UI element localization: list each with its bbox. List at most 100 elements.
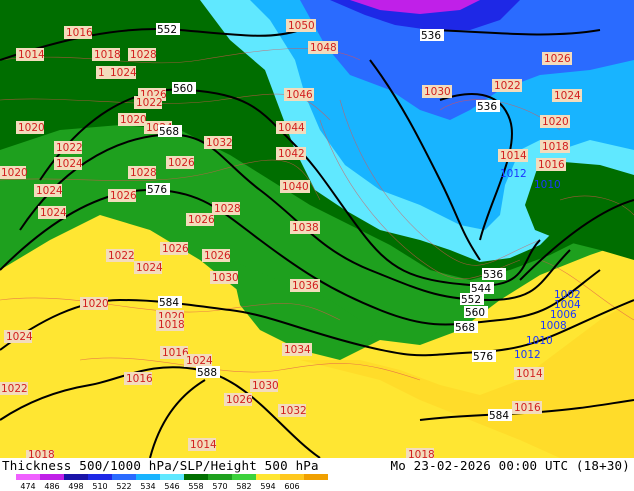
svg-text:1016: 1016 (538, 159, 565, 171)
slp-label: 1026 (202, 249, 231, 262)
svg-text:1026: 1026 (204, 250, 231, 262)
slp-label: 1024 (552, 89, 582, 102)
slp-label: 1018 (540, 140, 570, 153)
svg-text:1026: 1026 (168, 157, 195, 169)
svg-text:1024: 1024 (6, 331, 33, 343)
svg-text:1030: 1030 (424, 86, 451, 98)
map-canvas: 1016 1014 1018 1028 1 1024 1026 1022 1020… (0, 0, 634, 458)
slp-label: 1022 (106, 249, 135, 262)
map-footer: Thickness 500/1000 hPa/SLP/Height 500 hP… (0, 458, 634, 491)
slp-label: 1022 (0, 382, 28, 395)
svg-text:584: 584 (489, 410, 509, 422)
svg-text:584: 584 (159, 297, 179, 309)
slp-label: 1014 (498, 149, 528, 162)
colorbar-segment (136, 474, 160, 480)
map-title: Thickness 500/1000 hPa/SLP/Height 500 hP… (2, 458, 319, 473)
height-label: 584 (488, 409, 512, 422)
svg-text:1046: 1046 (286, 89, 313, 101)
slp-label: 1014 (514, 367, 544, 380)
slp-label: 1050 (286, 19, 316, 32)
colorbar-segment (208, 474, 232, 480)
svg-text:1014: 1014 (516, 368, 543, 380)
svg-text:576: 576 (473, 351, 493, 363)
slp-label-blue: 1008 (540, 320, 567, 332)
svg-text:536: 536 (421, 30, 441, 42)
colorbar-segment (184, 474, 208, 480)
svg-text:568: 568 (455, 322, 475, 334)
svg-text:536: 536 (483, 269, 503, 281)
slp-label: 1024 (54, 157, 83, 170)
svg-text:1048: 1048 (310, 42, 337, 54)
slp-label-blue: 1010 (534, 179, 561, 191)
svg-text:1040: 1040 (282, 181, 309, 193)
slp-label: 1 1024 (96, 66, 137, 79)
slp-label: 1014 (188, 438, 217, 451)
svg-text:1034: 1034 (284, 344, 311, 356)
slp-label: 1020 (0, 166, 28, 179)
svg-text:1016: 1016 (126, 373, 153, 385)
slp-label: 1048 (308, 41, 338, 54)
slp-label: 1034 (282, 343, 312, 356)
svg-text:1030: 1030 (252, 380, 279, 392)
slp-label: 1026 (542, 52, 572, 65)
svg-text:1044: 1044 (278, 122, 305, 134)
height-label: 560 (464, 306, 488, 319)
svg-text:1020: 1020 (82, 298, 109, 310)
colorbar-segment (88, 474, 112, 480)
slp-label: 1016 (536, 158, 566, 171)
colorbar-segment (256, 474, 280, 480)
slp-label: 1020 (540, 115, 570, 128)
svg-text:1022: 1022 (494, 80, 521, 92)
height-label: 568 (454, 321, 478, 334)
svg-text:1050: 1050 (288, 20, 315, 32)
svg-text:1024: 1024 (110, 67, 137, 79)
svg-text:576: 576 (147, 184, 167, 196)
colorbar-segment (112, 474, 136, 480)
slp-label: 1040 (280, 180, 310, 193)
slp-label-blue: 1010 (526, 335, 553, 347)
svg-text:1028: 1028 (130, 49, 157, 61)
slp-label: 1026 (166, 156, 195, 169)
slp-label: 1024 (134, 261, 163, 274)
slp-label: 1036 (290, 279, 320, 292)
svg-text:1026: 1026 (110, 190, 137, 202)
svg-text:1024: 1024 (136, 262, 163, 274)
slp-label: 1022 (54, 141, 83, 154)
svg-text:1030: 1030 (212, 272, 239, 284)
svg-text:1018: 1018 (28, 449, 55, 458)
slp-label: 1028 (212, 202, 241, 215)
height-label: 536 (476, 100, 500, 113)
slp-label: 1044 (276, 121, 306, 134)
height-label: 568 (158, 125, 182, 138)
svg-text:1022: 1022 (108, 250, 135, 262)
svg-text:1024: 1024 (554, 90, 581, 102)
slp-label: 1028 (128, 48, 157, 61)
svg-text:1026: 1026 (226, 394, 253, 406)
colorbar-segment (280, 474, 304, 480)
svg-text:1: 1 (98, 67, 105, 79)
svg-text:1020: 1020 (120, 114, 147, 126)
svg-text:1016: 1016 (66, 27, 93, 39)
slp-label: 1020 (80, 297, 109, 310)
valid-time: Mo 23-02-2026 00:00 UTC (18+30) (390, 458, 630, 473)
svg-text:1022: 1022 (136, 97, 163, 109)
slp-label: 1032 (204, 136, 233, 149)
slp-label: 1022 (134, 96, 163, 109)
svg-text:1032: 1032 (206, 137, 233, 149)
svg-text:1014: 1014 (500, 150, 527, 162)
colorbar-segment (232, 474, 256, 480)
slp-label: 1026 (224, 393, 253, 406)
height-label: 552 (156, 23, 180, 36)
svg-text:1028: 1028 (130, 167, 157, 179)
slp-label-blue: 1012 (500, 168, 527, 180)
svg-text:1018: 1018 (542, 141, 569, 153)
colorbar-segment (64, 474, 88, 480)
svg-text:1020: 1020 (1, 167, 28, 179)
svg-text:568: 568 (159, 126, 179, 138)
slp-label: 1032 (278, 404, 307, 417)
svg-text:1026: 1026 (188, 214, 215, 226)
svg-text:1018: 1018 (158, 319, 185, 331)
slp-label: 1016 (64, 26, 93, 39)
slp-label: 1016 (124, 372, 153, 385)
slp-label: 1018 (92, 48, 121, 61)
